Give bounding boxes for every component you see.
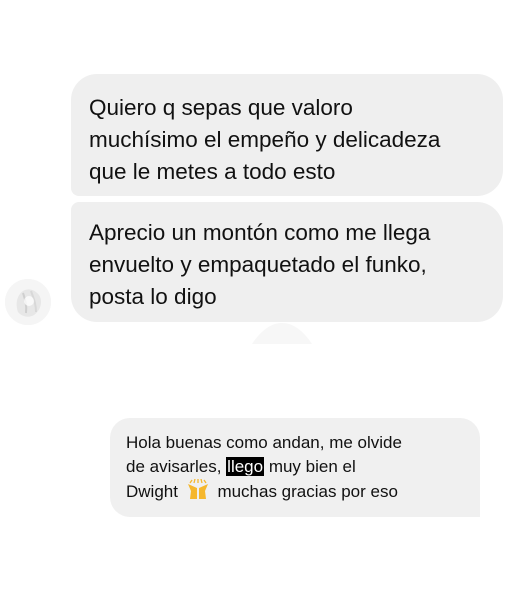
message-text-segment: muy bien el <box>264 457 356 476</box>
message-line: de avisarles, llego muy bien el <box>126 455 464 479</box>
message-line: Dwight muchas gracias por eso <box>126 478 464 504</box>
message-text-segment: de avisarles, <box>126 457 227 476</box>
highlighted-word: llego <box>226 457 265 476</box>
raising-hands-icon <box>185 478 211 501</box>
contact-avatar[interactable] <box>5 279 51 325</box>
message-line: muchísimo el empeño y delicadeza <box>89 127 441 152</box>
message-line: Hola buenas como andan, me olvide <box>126 433 402 452</box>
avatar-image-icon <box>5 279 51 325</box>
message-line: envuelto y empaquetado el funko, <box>89 252 427 277</box>
chat-thread-top: Quiero q sepas que valoro muchísimo el e… <box>0 0 525 350</box>
message-line: Quiero q sepas que valoro <box>89 95 353 120</box>
incoming-message-bubble[interactable]: Aprecio un montón como me llega envuelto… <box>71 202 503 322</box>
message-line: posta lo digo <box>89 284 217 309</box>
incoming-message-bubble[interactable]: Quiero q sepas que valoro muchísimo el e… <box>71 74 503 196</box>
message-text-segment: Dwight <box>126 482 178 501</box>
message-line: que le metes a todo esto <box>89 159 336 184</box>
message-line: Aprecio un montón como me llega <box>89 220 431 245</box>
message-text-segment: muchas gracias por eso <box>217 482 398 501</box>
chat-message-bubble[interactable]: Hola buenas como andan, me olvide de avi… <box>110 418 480 517</box>
reaction-tail-icon <box>252 322 312 344</box>
